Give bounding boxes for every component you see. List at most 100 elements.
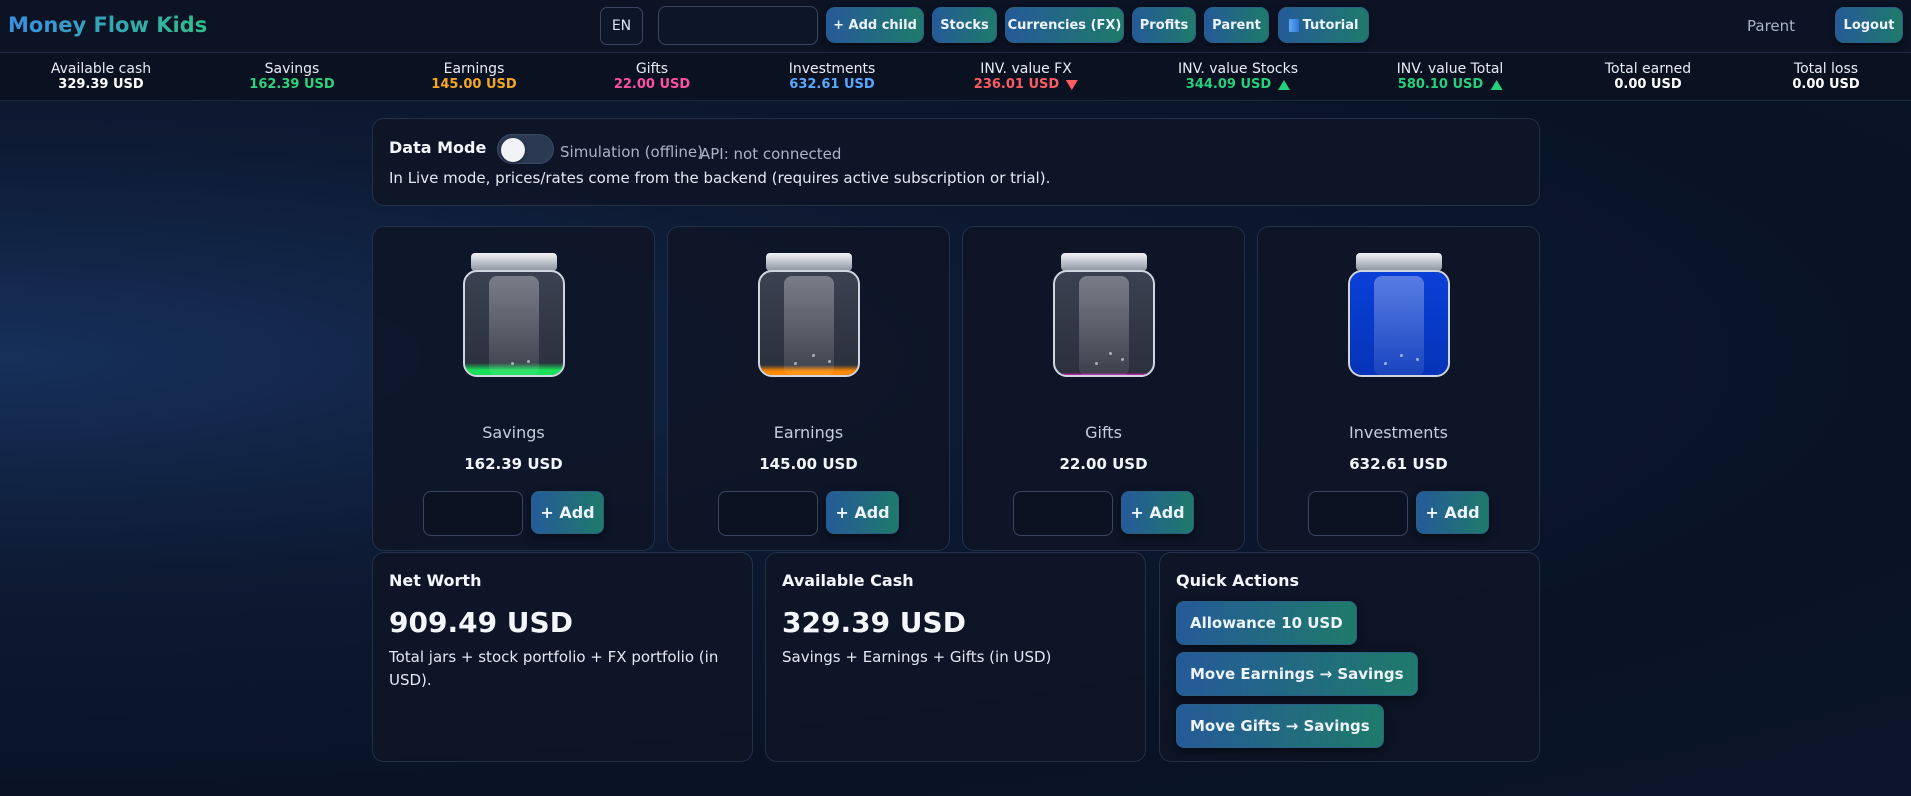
- stat-label: Savings: [264, 61, 320, 77]
- child-name-input[interactable]: [658, 6, 818, 45]
- jar-amount: 162.39 USD: [464, 455, 563, 473]
- data-mode-card: Data Mode Simulation (offline) API: not …: [372, 118, 1540, 206]
- stat-total-earned: Total earned 0.00 USD: [1605, 61, 1691, 93]
- data-mode-toggle[interactable]: [497, 134, 554, 164]
- toggle-knob: [501, 138, 525, 162]
- nav-currencies-button[interactable]: Currencies (FX): [1005, 7, 1124, 43]
- net-worth-title: Net Worth: [389, 571, 482, 590]
- jar-shine: [784, 276, 834, 375]
- jar-body: [758, 270, 860, 377]
- bubble: [812, 354, 815, 357]
- jar-card-investments: Investments 632.61 USD + Add: [1257, 226, 1540, 551]
- jar-label: Earnings: [773, 423, 844, 442]
- quick-actions-card: Quick Actions Allowance 10 USD Move Earn…: [1159, 552, 1540, 762]
- net-worth-value: 909.49 USD: [389, 606, 573, 639]
- jar-lid: [1061, 253, 1147, 271]
- jar-body: [1348, 270, 1450, 377]
- jar-label: Gifts: [1085, 423, 1122, 442]
- available-cash-value: 329.39 USD: [782, 606, 966, 639]
- move-gifts-to-savings-button[interactable]: Move Gifts → Savings: [1176, 704, 1384, 748]
- stat-value: 236.01 USD: [974, 77, 1079, 93]
- jar-lid: [1356, 253, 1442, 271]
- bubble: [1384, 362, 1387, 365]
- gifts-amount-input[interactable]: [1013, 491, 1113, 536]
- jar-body: [463, 270, 565, 377]
- stat-value: 0.00 USD: [1792, 77, 1860, 92]
- jar-amount: 22.00 USD: [1059, 455, 1148, 473]
- app-brand[interactable]: Money Flow Kids: [8, 13, 207, 37]
- jar-body: [1053, 270, 1155, 377]
- stat-label: Total earned: [1604, 61, 1692, 77]
- available-cash-description: Savings + Earnings + Gifts (in USD): [782, 648, 1052, 666]
- stat-value: 632.61 USD: [789, 77, 875, 92]
- jar-shine: [1374, 276, 1424, 375]
- stat-label: Earnings: [443, 61, 505, 77]
- bubble: [1109, 352, 1112, 355]
- stats-bar: Available cash 329.39 USD Savings 162.39…: [0, 53, 1911, 101]
- stat-available-cash: Available cash 329.39 USD: [51, 61, 151, 93]
- trend-up-icon: [1490, 80, 1503, 90]
- stat-inv-value-fx: INV. value FX 236.01 USD: [974, 61, 1079, 93]
- gifts-jar-icon: [1053, 253, 1157, 378]
- stat-value: 580.10 USD: [1397, 77, 1504, 93]
- bubble: [1400, 354, 1403, 357]
- bubble: [1416, 358, 1419, 361]
- jar-amount: 632.61 USD: [1349, 455, 1448, 473]
- book-icon: [1288, 18, 1299, 32]
- savings-jar-icon: [463, 253, 567, 378]
- investments-amount-input[interactable]: [1308, 491, 1408, 536]
- stat-label: Total loss: [1793, 61, 1859, 77]
- jar-shine: [489, 276, 539, 375]
- stat-value: 22.00 USD: [613, 77, 691, 92]
- nav-stocks-button[interactable]: Stocks: [932, 7, 997, 43]
- jar-card-gifts: Gifts 22.00 USD + Add: [962, 226, 1245, 551]
- earnings-amount-input[interactable]: [718, 491, 818, 536]
- simulation-label: Simulation (offline): [560, 143, 703, 161]
- tutorial-button[interactable]: Tutorial: [1278, 7, 1369, 43]
- net-worth-card: Net Worth 909.49 USD Total jars + stock …: [372, 552, 753, 762]
- add-child-button[interactable]: + Add child: [826, 7, 924, 43]
- stat-inv-value-total: INV. value Total 580.10 USD: [1397, 61, 1504, 93]
- savings-add-button[interactable]: + Add: [531, 491, 604, 534]
- language-selector[interactable]: EN: [600, 7, 643, 45]
- tutorial-label: Tutorial: [1302, 17, 1359, 33]
- earnings-add-button[interactable]: + Add: [826, 491, 899, 534]
- jar-label: Savings: [482, 423, 545, 442]
- role-label: Parent: [1747, 17, 1796, 35]
- bubble: [828, 360, 831, 363]
- nav-profits-button[interactable]: Profits: [1132, 7, 1196, 43]
- stat-total-loss: Total loss 0.00 USD: [1792, 61, 1859, 93]
- stat-value: 344.09 USD: [1178, 77, 1298, 93]
- bubble: [527, 360, 530, 363]
- stat-label: Available cash: [50, 61, 152, 77]
- allowance-button[interactable]: Allowance 10 USD: [1176, 601, 1357, 645]
- jar-lid: [471, 253, 557, 271]
- gifts-add-button[interactable]: + Add: [1121, 491, 1194, 534]
- savings-amount-input[interactable]: [423, 491, 523, 536]
- stat-value: 0.00 USD: [1614, 77, 1682, 92]
- stat-label: INV. value FX: [980, 61, 1072, 77]
- api-status: API: not connected: [700, 145, 842, 163]
- stat-savings: Savings 162.39 USD: [249, 61, 334, 93]
- stat-label: Investments: [788, 61, 876, 77]
- jar-card-savings: Savings 162.39 USD + Add: [372, 226, 655, 551]
- stat-label: INV. value Stocks: [1177, 61, 1299, 77]
- stat-value: 145.00 USD: [431, 77, 517, 92]
- stat-gifts: Gifts 22.00 USD: [614, 61, 690, 93]
- bubble: [1121, 358, 1124, 361]
- data-mode-description: In Live mode, prices/rates come from the…: [389, 169, 1051, 187]
- stat-label: INV. value Total: [1396, 61, 1504, 77]
- logout-button[interactable]: Logout: [1835, 7, 1903, 43]
- move-earnings-to-savings-button[interactable]: Move Earnings → Savings: [1176, 652, 1418, 696]
- jar-label: Investments: [1349, 423, 1448, 442]
- trend-up-icon: [1278, 80, 1291, 90]
- jar-amount: 145.00 USD: [759, 455, 858, 473]
- bubble: [794, 362, 797, 365]
- data-mode-title: Data Mode: [389, 138, 487, 157]
- bubble: [1095, 362, 1098, 365]
- nav-parent-button[interactable]: Parent: [1204, 7, 1269, 43]
- stat-value: 162.39 USD: [249, 77, 335, 92]
- earnings-jar-icon: [758, 253, 862, 378]
- investments-add-button[interactable]: + Add: [1416, 491, 1489, 534]
- available-cash-card: Available Cash 329.39 USD Savings + Earn…: [765, 552, 1146, 762]
